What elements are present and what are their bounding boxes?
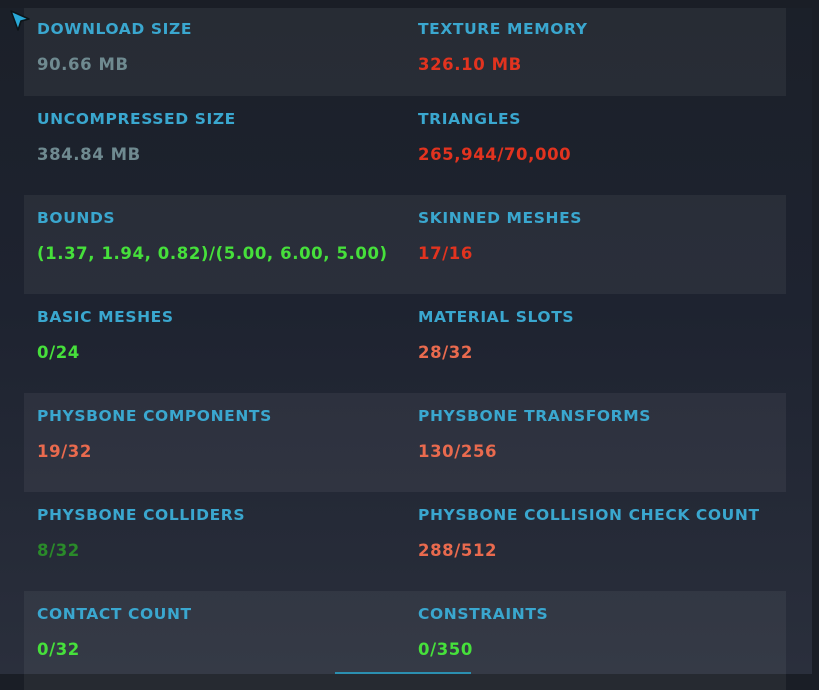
stat-value: 0/32 xyxy=(37,640,80,659)
stat-label: CONTACT COUNT xyxy=(37,605,192,623)
stat-value: 288/512 xyxy=(418,541,498,560)
stats-row-uncompressed-triangles: UNCOMPRESSED SIZE 384.84 MB TRIANGLES 26… xyxy=(24,96,786,195)
stat-value: 326.10 MB xyxy=(418,55,522,74)
stat-basic-meshes: BASIC MESHES 0/24 xyxy=(37,306,174,364)
stat-value: 8/32 xyxy=(37,541,80,560)
stat-label: SKINNED MESHES xyxy=(418,209,583,227)
stat-triangles: TRIANGLES 265,944/70,000 xyxy=(418,108,571,166)
stat-value: 0/24 xyxy=(37,343,80,362)
stats-row-physbone-components-transforms: PHYSBONE COMPONENTS 19/32 PHYSBONE TRANS… xyxy=(24,393,786,492)
stats-list: DOWNLOAD SIZE 90.66 MB TEXTURE MEMORY 32… xyxy=(24,8,786,690)
stat-label: DOWNLOAD SIZE xyxy=(37,20,193,38)
stat-value: 384.84 MB xyxy=(37,145,141,164)
stat-value: 28/32 xyxy=(418,343,473,362)
stat-label: PHYSBONE COLLIDERS xyxy=(37,506,246,524)
stat-label: BOUNDS xyxy=(37,209,116,227)
stat-label: TEXTURE MEMORY xyxy=(418,20,588,38)
stat-label: TRIANGLES xyxy=(418,110,521,128)
stat-value: 19/32 xyxy=(37,442,92,461)
stats-row-basic-material: BASIC MESHES 0/24 MATERIAL SLOTS 28/32 xyxy=(24,294,786,393)
stat-label: MATERIAL SLOTS xyxy=(418,308,575,326)
stat-physbone-transforms: PHYSBONE TRANSFORMS 130/256 xyxy=(418,405,651,463)
stat-value: 130/256 xyxy=(418,442,498,461)
stat-value: 265,944/70,000 xyxy=(418,145,572,164)
stat-label: PHYSBONE COMPONENTS xyxy=(37,407,272,425)
stats-row-download-texture: DOWNLOAD SIZE 90.66 MB TEXTURE MEMORY 32… xyxy=(24,8,786,96)
stat-contact-count: CONTACT COUNT 0/32 xyxy=(37,603,192,661)
stats-row-bounds-skinned: BOUNDS (1.37, 1.94, 0.82)/(5.00, 6.00, 5… xyxy=(24,195,786,294)
stat-label: PHYSBONE COLLISION CHECK COUNT xyxy=(418,506,760,524)
stat-texture-memory: TEXTURE MEMORY 326.10 MB xyxy=(418,18,588,76)
stat-value: 90.66 MB xyxy=(37,55,129,74)
stat-value: (1.37, 1.94, 0.82)/(5.00, 6.00, 5.00) xyxy=(37,244,388,263)
stat-uncompressed-size: UNCOMPRESSED SIZE 384.84 MB xyxy=(37,108,236,166)
stat-physbone-colliders: PHYSBONE COLLIDERS 8/32 xyxy=(37,504,245,562)
performance-stats-panel: DOWNLOAD SIZE 90.66 MB TEXTURE MEMORY 32… xyxy=(0,8,812,690)
stats-row-contact-constraints: CONTACT COUNT 0/32 CONSTRAINTS 0/350 xyxy=(24,591,786,690)
stat-constraints: CONSTRAINTS 0/350 xyxy=(418,603,548,661)
stat-value: 0/350 xyxy=(418,640,473,659)
stat-download-size: DOWNLOAD SIZE 90.66 MB xyxy=(37,18,192,76)
stat-material-slots: MATERIAL SLOTS 28/32 xyxy=(418,306,574,364)
stat-label: BASIC MESHES xyxy=(37,308,174,326)
pointer-cursor-icon xyxy=(10,10,30,31)
stat-skinned-meshes: SKINNED MESHES 17/16 xyxy=(418,207,582,265)
stat-value: 17/16 xyxy=(418,244,473,263)
stat-physbone-components: PHYSBONE COMPONENTS 19/32 xyxy=(37,405,272,463)
stat-physbone-collision-check-count: PHYSBONE COLLISION CHECK COUNT 288/512 xyxy=(418,504,760,562)
stat-label: UNCOMPRESSED SIZE xyxy=(37,110,236,128)
stat-bounds: BOUNDS (1.37, 1.94, 0.82)/(5.00, 6.00, 5… xyxy=(37,207,388,265)
stat-label: PHYSBONE TRANSFORMS xyxy=(418,407,651,425)
stats-row-physbone-colliders-checks: PHYSBONE COLLIDERS 8/32 PHYSBONE COLLISI… xyxy=(24,492,786,591)
stat-label: CONSTRAINTS xyxy=(418,605,549,623)
